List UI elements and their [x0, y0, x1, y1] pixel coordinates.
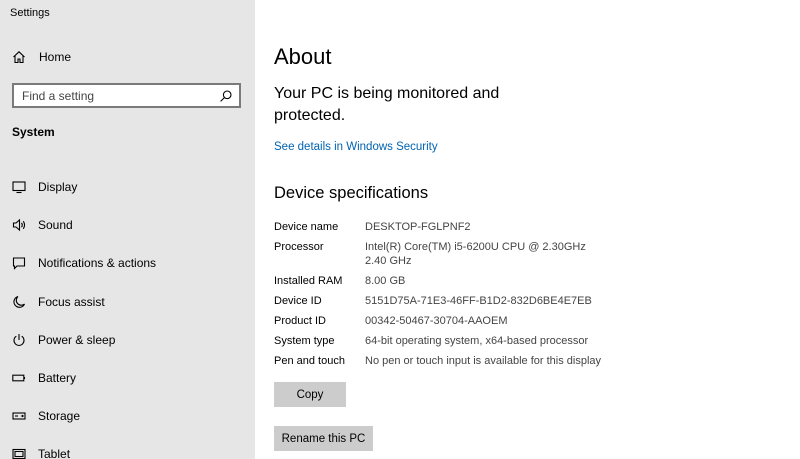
storage-icon — [12, 409, 26, 423]
spec-value: 8.00 GB — [365, 275, 406, 287]
moon-icon — [12, 295, 26, 309]
rename-pc-button[interactable]: Rename this PC — [274, 426, 373, 451]
monitor-icon — [12, 180, 26, 194]
spec-value: 5151D75A-71E3-46FF-B1D2-832D6BE4E7EB — [365, 295, 592, 307]
spec-key: Device ID — [274, 295, 322, 307]
spec-row-processor: Processor Intel(R) Core(TM) i5-6200U CPU… — [274, 240, 634, 268]
sidebar-item-label: Focus assist — [38, 294, 105, 309]
sidebar-item-label: Storage — [38, 409, 81, 424]
spec-key: System type — [274, 335, 335, 347]
protection-status: Your PC is being monitored and protected… — [274, 85, 500, 124]
page-title: About — [274, 44, 332, 69]
sidebar-item-label: Power & sleep — [38, 332, 116, 347]
spec-key: Pen and touch — [274, 355, 345, 367]
sidebar-item-display[interactable]: Display — [12, 168, 247, 206]
sidebar-item-label: Display — [38, 180, 78, 195]
tablet-icon — [12, 447, 26, 459]
spec-value: 00342-50467-30704-AAOEM — [365, 315, 508, 327]
spec-key: Device name — [274, 221, 339, 233]
copy-button[interactable]: Copy — [274, 382, 346, 407]
sidebar-item-label: Battery — [38, 371, 77, 386]
spec-value: DESKTOP-FGLPNF2 — [365, 221, 471, 233]
search-icon[interactable] — [219, 89, 233, 103]
sidebar: Settings Home System Display Sound — [0, 0, 255, 459]
search-box[interactable] — [12, 83, 241, 108]
sidebar-section-label: System — [12, 125, 55, 139]
spec-row-device-name: Device name DESKTOP-FGLPNF2 — [274, 220, 634, 234]
device-specifications-list: Device name DESKTOP-FGLPNF2 Processor In… — [274, 220, 634, 374]
speaker-icon — [12, 218, 26, 232]
sidebar-item-label: Sound — [38, 218, 73, 233]
sidebar-item-power-sleep[interactable]: Power & sleep — [12, 321, 247, 359]
power-icon — [12, 333, 26, 347]
sidebar-item-tablet[interactable]: Tablet — [12, 435, 247, 459]
sidebar-nav: Display Sound Notifications & actions Fo… — [12, 168, 247, 459]
spec-value: Intel(R) Core(TM) i5-6200U CPU @ 2.30GHz… — [365, 241, 596, 267]
sidebar-item-focus-assist[interactable]: Focus assist — [12, 283, 247, 321]
spec-value: No pen or touch input is available for t… — [365, 355, 602, 367]
sidebar-item-label: Tablet — [38, 447, 71, 459]
sidebar-home[interactable]: Home — [12, 50, 71, 64]
spec-key: Product ID — [274, 315, 326, 327]
spec-row-pen-and-touch: Pen and touch No pen or touch input is a… — [274, 354, 634, 368]
device-specifications-heading: Device specifications — [274, 184, 429, 202]
battery-icon — [12, 371, 26, 385]
notification-icon — [12, 256, 26, 271]
spec-value: 64-bit operating system, x64-based proce… — [365, 335, 589, 347]
sidebar-item-sound[interactable]: Sound — [12, 206, 247, 244]
sidebar-item-label: Notifications & actions — [38, 256, 157, 271]
spec-row-device-id: Device ID 5151D75A-71E3-46FF-B1D2-832D6B… — [274, 294, 634, 308]
window-title: Settings — [10, 7, 50, 19]
search-input[interactable] — [22, 88, 212, 103]
windows-security-link[interactable]: See details in Windows Security — [274, 141, 438, 153]
sidebar-item-storage[interactable]: Storage — [12, 397, 247, 435]
spec-row-product-id: Product ID 00342-50467-30704-AAOEM — [274, 314, 634, 328]
sidebar-item-battery[interactable]: Battery — [12, 359, 247, 397]
spec-key: Processor — [274, 241, 324, 253]
spec-row-installed-ram: Installed RAM 8.00 GB — [274, 274, 634, 288]
spec-row-system-type: System type 64-bit operating system, x64… — [274, 334, 634, 348]
spec-key: Installed RAM — [274, 275, 343, 287]
sidebar-item-notifications[interactable]: Notifications & actions — [12, 244, 247, 282]
sidebar-home-label: Home — [39, 50, 72, 64]
home-icon — [12, 50, 26, 64]
